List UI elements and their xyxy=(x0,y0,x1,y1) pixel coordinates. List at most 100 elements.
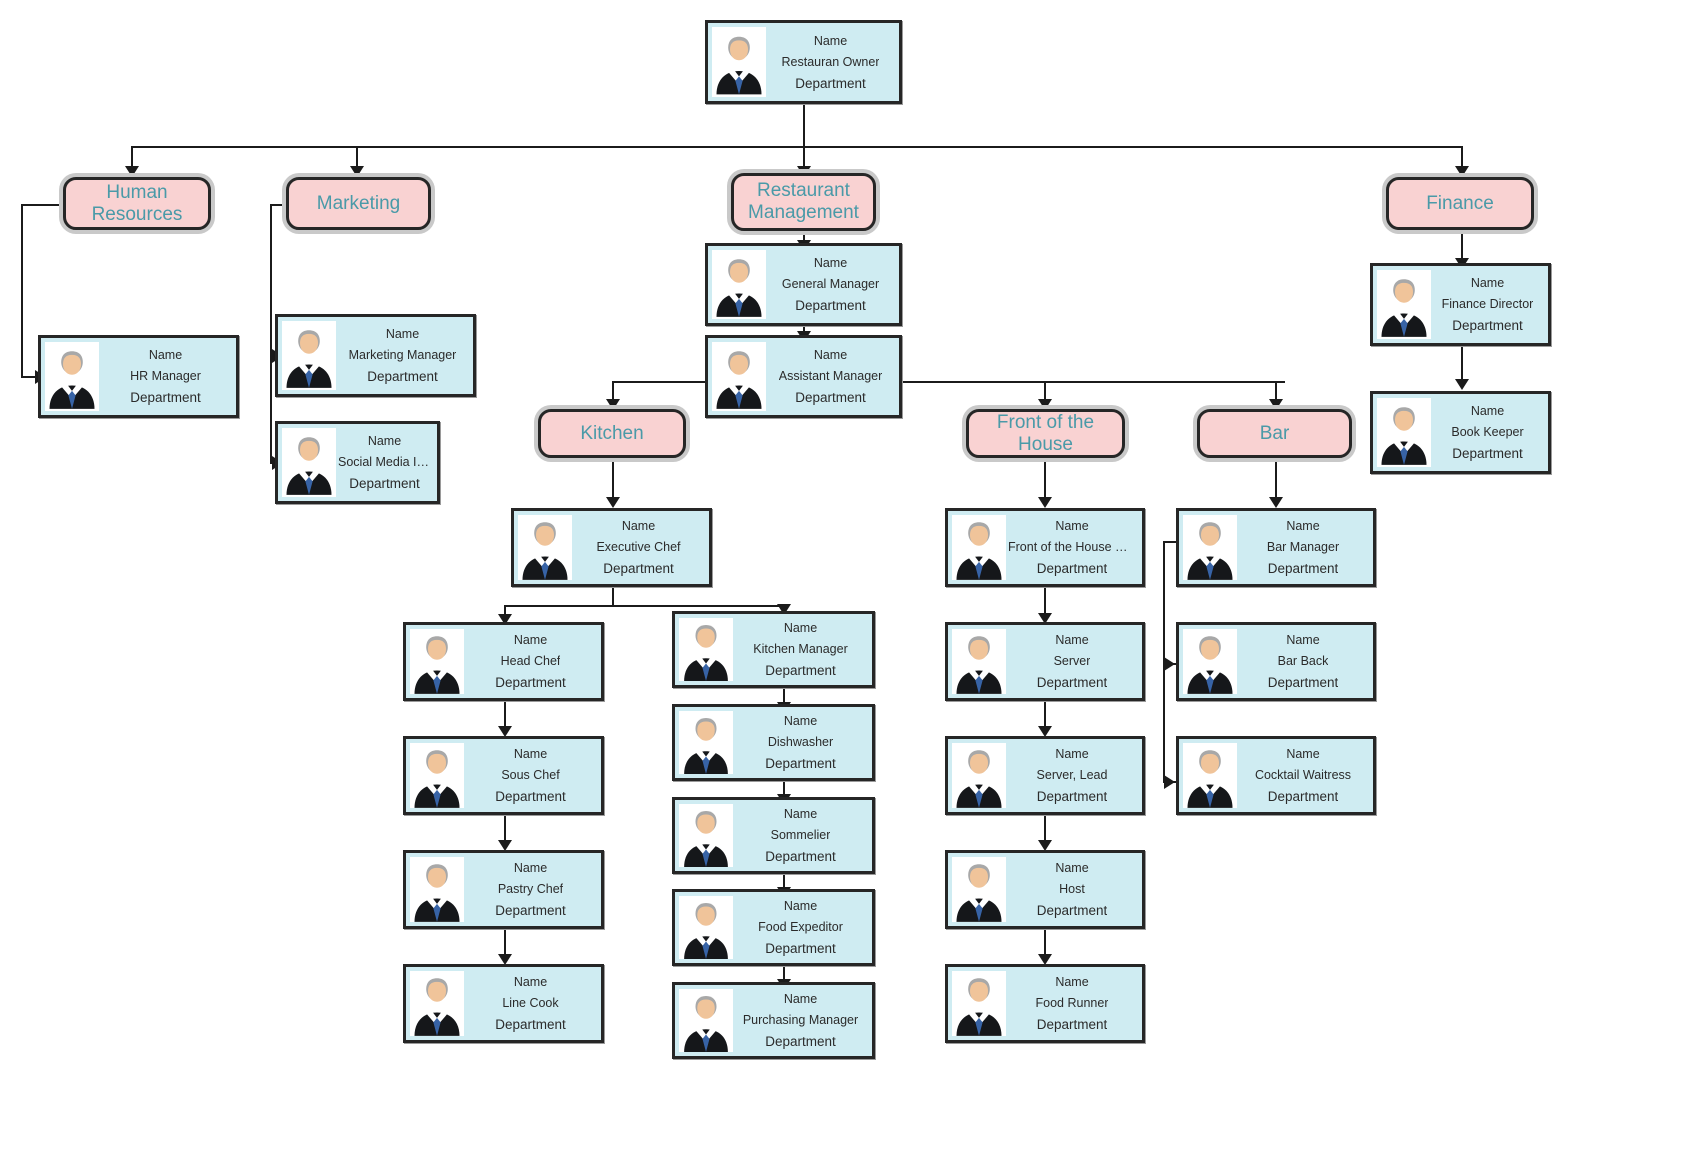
connector-mkt-elbow-h-top xyxy=(270,204,286,206)
card-line-cook[interactable]: Name Line Cook Department xyxy=(403,964,604,1043)
card-kitchen-manager[interactable]: Name Kitchen Manager Department xyxy=(672,611,875,688)
card-title: Dishwasher xyxy=(767,735,834,749)
card-cocktail-waitress[interactable]: Name Cocktail Waitress Department xyxy=(1176,736,1376,815)
card-title: Social Media Intern xyxy=(338,455,431,469)
card-book-keeper[interactable]: Name Book Keeper Department xyxy=(1370,391,1551,474)
card-title: General Manager xyxy=(781,277,880,291)
card-meta: Name Sommelier Department xyxy=(733,800,872,871)
card-department: Department xyxy=(495,1017,566,1032)
avatar-photo xyxy=(1377,398,1431,467)
card-hr-manager[interactable]: Name HR Manager Department xyxy=(38,335,239,418)
card-head-chef[interactable]: Name Head Chef Department xyxy=(403,622,604,701)
connector-exec-bus xyxy=(504,605,784,607)
department-human-resources[interactable]: Human Resources xyxy=(63,177,211,230)
card-department: Department xyxy=(367,369,438,384)
card-meta: Name Pastry Chef Department xyxy=(464,853,601,926)
card-meta: Name Bar Manager Department xyxy=(1237,511,1373,584)
card-name: Name xyxy=(513,633,548,647)
card-name: Name xyxy=(783,899,818,913)
card-title: Kitchen Manager xyxy=(753,642,848,656)
department-restaurant-management[interactable]: Restaurant Management xyxy=(731,173,876,231)
department-kitchen[interactable]: Kitchen xyxy=(538,409,686,458)
card-name: Name xyxy=(783,807,818,821)
connector-exec-stem xyxy=(612,587,614,605)
arrow-hr xyxy=(125,166,139,177)
department-bar[interactable]: Bar xyxy=(1197,409,1352,458)
card-title: Restauran Owner xyxy=(781,54,880,69)
card-meta: Name Front of the House Mana… Department xyxy=(1006,511,1142,584)
card-department: Department xyxy=(765,941,836,956)
department-finance-label: Finance xyxy=(1426,192,1494,214)
department-front-of-the-house[interactable]: Front of the House xyxy=(966,409,1125,458)
card-bar-manager[interactable]: Name Bar Manager Department xyxy=(1176,508,1376,587)
department-human-resources-label: Human Resources xyxy=(91,181,183,225)
card-dishwasher[interactable]: Name Dishwasher Department xyxy=(672,704,875,781)
card-purchasing-manager[interactable]: Name Purchasing Manager Department xyxy=(672,982,875,1059)
card-name: Name xyxy=(367,434,402,448)
card-meta: Name Bar Back Department xyxy=(1237,625,1373,698)
card-server[interactable]: Name Server Department xyxy=(945,622,1145,701)
card-department: Department xyxy=(603,561,674,576)
card-marketing-manager[interactable]: Name Marketing Manager Department xyxy=(275,314,476,397)
connector-top-bus xyxy=(131,146,1461,148)
card-title: Head Chef xyxy=(500,654,561,668)
card-meta: Name Food Expeditor Department xyxy=(733,892,872,963)
card-name: Name xyxy=(1055,633,1089,647)
card-department: Department xyxy=(765,849,836,864)
card-name: Name xyxy=(1470,404,1505,418)
card-department: Department xyxy=(495,675,566,690)
card-meta: Name Book Keeper Department xyxy=(1431,394,1548,471)
card-meta: Name Server, Lead Department xyxy=(1006,739,1142,812)
connector-fohmgr-to-server xyxy=(1044,587,1046,615)
avatar-photo xyxy=(712,27,766,97)
card-server-lead[interactable]: Name Server, Lead Department xyxy=(945,736,1145,815)
card-title: Sommelier xyxy=(770,828,831,842)
card-meta: Name Head Chef Department xyxy=(464,625,601,698)
card-department: Department xyxy=(765,756,836,771)
department-bar-label: Bar xyxy=(1259,422,1290,444)
card-meta: Name Social Media Intern Department xyxy=(336,424,437,501)
card-bar-back[interactable]: Name Bar Back Department xyxy=(1176,622,1376,701)
card-pastry-chef[interactable]: Name Pastry Chef Department xyxy=(403,850,604,929)
card-department: Department xyxy=(1452,318,1523,333)
card-host[interactable]: Name Host Department xyxy=(945,850,1145,929)
card-food-expeditor[interactable]: Name Food Expeditor Department xyxy=(672,889,875,966)
department-front-of-the-house-label: Front of the House xyxy=(996,411,1095,455)
card-owner[interactable]: Name Restauran Owner Department xyxy=(705,20,902,104)
department-finance[interactable]: Finance xyxy=(1386,177,1534,230)
avatar-photo xyxy=(952,857,1006,922)
card-name: Name xyxy=(1286,519,1320,533)
card-name: Name xyxy=(513,975,548,989)
card-name: Name xyxy=(513,861,548,875)
card-department: Department xyxy=(765,1034,836,1049)
card-title: Sous Chef xyxy=(501,768,560,782)
card-executive-chef[interactable]: Name Executive Chef Department xyxy=(511,508,712,587)
card-finance-director[interactable]: Name Finance Director Department xyxy=(1370,263,1551,346)
card-assistant-manager[interactable]: Name Assistant Manager Department xyxy=(705,335,902,418)
connector-drop-finance xyxy=(1461,146,1463,168)
card-sous-chef[interactable]: Name Sous Chef Department xyxy=(403,736,604,815)
card-department: Department xyxy=(495,903,566,918)
card-name: Name xyxy=(783,992,818,1006)
card-foh-manager[interactable]: Name Front of the House Mana… Department xyxy=(945,508,1145,587)
card-title: Executive Chef xyxy=(596,540,681,554)
card-general-manager[interactable]: Name General Manager Department xyxy=(705,243,902,326)
card-social-media-intern[interactable]: Name Social Media Intern Department xyxy=(275,421,440,504)
avatar-photo xyxy=(1183,515,1237,580)
connector-hr-elbow-h-top xyxy=(21,204,63,206)
card-meta: Name Purchasing Manager Department xyxy=(733,985,872,1056)
connector-lead-to-host xyxy=(1044,814,1046,842)
card-name: Name xyxy=(783,714,818,728)
arrow-executive-chef xyxy=(606,497,620,508)
avatar-photo xyxy=(712,250,766,319)
department-marketing[interactable]: Marketing xyxy=(286,177,431,230)
avatar-photo xyxy=(952,971,1006,1036)
card-name: Name xyxy=(621,519,656,533)
card-title: Purchasing Manager xyxy=(742,1013,859,1027)
card-sommelier[interactable]: Name Sommelier Department xyxy=(672,797,875,874)
card-name: Name xyxy=(783,621,818,635)
card-department: Department xyxy=(795,75,866,91)
card-food-runner[interactable]: Name Food Runner Department xyxy=(945,964,1145,1043)
arrow-cocktail-waitress xyxy=(1164,775,1175,789)
card-title: Food Runner xyxy=(1035,996,1109,1010)
